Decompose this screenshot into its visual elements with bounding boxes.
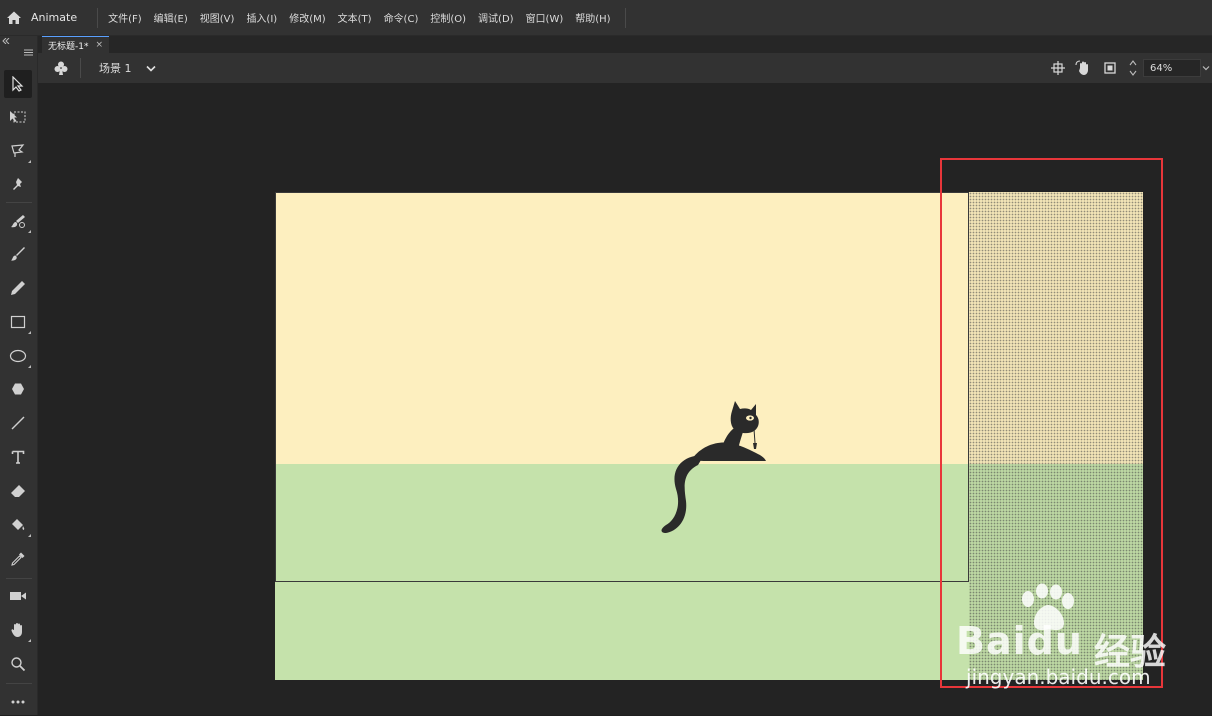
menu-commands[interactable]: 命令(C) bbox=[384, 10, 419, 25]
selection-tool[interactable] bbox=[4, 70, 32, 98]
tool-group-indicator bbox=[28, 331, 31, 334]
scene-dropdown-icon[interactable] bbox=[145, 62, 156, 75]
cat-illustration[interactable] bbox=[652, 399, 772, 539]
scene-bar: 场景 1 64% bbox=[38, 53, 1212, 83]
document-tab-bar: 无标题-1* × bbox=[38, 35, 1212, 54]
arrow-icon bbox=[12, 76, 24, 92]
camera-icon bbox=[10, 592, 26, 600]
baidu-watermark: Baidu 经验 jingyan.baidu.com bbox=[926, 583, 1212, 703]
menu-view[interactable]: 视图(V) bbox=[200, 10, 235, 25]
line-tool[interactable] bbox=[4, 409, 32, 437]
text-tool[interactable] bbox=[4, 443, 32, 471]
ellipsis-icon bbox=[11, 700, 25, 704]
watermark-brand-du: du bbox=[1026, 619, 1083, 663]
transform-icon bbox=[10, 111, 26, 123]
magnifier-icon bbox=[11, 657, 26, 672]
lasso-tool[interactable] bbox=[4, 137, 32, 165]
polystar-tool[interactable] bbox=[4, 375, 32, 403]
document-tab-title: 无标题-1* bbox=[48, 41, 89, 52]
toolbar-divider bbox=[6, 202, 32, 203]
menu-separator bbox=[97, 7, 99, 28]
tool-group-indicator bbox=[28, 534, 31, 537]
home-icon[interactable] bbox=[3, 7, 25, 29]
eraser-icon bbox=[11, 485, 25, 497]
pin-icon bbox=[13, 178, 22, 190]
menu-debug[interactable]: 调试(D) bbox=[478, 10, 514, 25]
zoom-tool[interactable] bbox=[4, 650, 32, 678]
paint-brush-tool[interactable] bbox=[4, 207, 32, 235]
asset-warp-tool[interactable] bbox=[4, 170, 32, 198]
center-stage-icon[interactable] bbox=[1049, 59, 1067, 77]
tools-panel bbox=[0, 36, 38, 715]
bucket-icon bbox=[12, 519, 25, 530]
edit-symbol-icon[interactable] bbox=[52, 59, 70, 77]
tools-panel-header bbox=[0, 36, 37, 66]
line-icon bbox=[11, 416, 25, 430]
pencil-tool[interactable] bbox=[4, 274, 32, 302]
collapse-icon[interactable] bbox=[2, 38, 10, 44]
oval-icon bbox=[9, 349, 27, 363]
scene-label[interactable]: 场景 1 bbox=[99, 60, 132, 76]
hand-tool[interactable] bbox=[4, 616, 32, 644]
watermark-brand-bai: Bai bbox=[956, 619, 1027, 663]
oval-tool[interactable] bbox=[4, 342, 32, 370]
hand-icon bbox=[11, 623, 22, 637]
tool-group-indicator bbox=[28, 160, 31, 163]
panel-menu-icon[interactable] bbox=[24, 49, 33, 56]
menu-edit[interactable]: 编辑(E) bbox=[154, 10, 188, 25]
stage-boundary bbox=[275, 192, 969, 582]
polygon-icon bbox=[12, 383, 24, 395]
menu-separator-end bbox=[624, 7, 626, 28]
menu-bar: Animate 文件(F) 编辑(E) 视图(V) 插入(I) 修改(M) 文本… bbox=[0, 0, 1212, 36]
menu-window[interactable]: 窗口(W) bbox=[526, 10, 564, 25]
pencil-icon bbox=[11, 281, 25, 295]
zoom-dropdown-icon[interactable] bbox=[1201, 59, 1211, 77]
menu-insert[interactable]: 插入(I) bbox=[246, 10, 277, 25]
eraser-tool[interactable] bbox=[4, 477, 32, 505]
eyedropper-tool[interactable] bbox=[4, 545, 32, 573]
tool-group-indicator bbox=[28, 365, 31, 368]
tool-group-indicator bbox=[28, 230, 31, 233]
more-tools[interactable] bbox=[4, 688, 32, 716]
tool-group-indicator bbox=[28, 639, 31, 642]
zoom-value: 64% bbox=[1150, 62, 1173, 74]
watermark-brand: Baidu bbox=[956, 619, 1083, 663]
lasso-icon bbox=[11, 144, 25, 157]
paint-bucket-tool[interactable] bbox=[4, 511, 32, 539]
brush-icon bbox=[11, 215, 25, 228]
close-tab-icon[interactable]: × bbox=[95, 40, 103, 50]
zoom-stepper-icon[interactable] bbox=[1127, 59, 1139, 77]
watermark-url: jingyan.baidu.com bbox=[966, 665, 1151, 689]
app-name: Animate bbox=[31, 11, 78, 24]
rectangle-icon bbox=[10, 315, 26, 329]
menu-modify[interactable]: 修改(M) bbox=[289, 10, 325, 25]
clip-stage-icon[interactable] bbox=[1101, 59, 1119, 77]
brush-fluid-icon bbox=[11, 247, 25, 261]
toolbar-divider bbox=[6, 683, 32, 684]
menu-help[interactable]: 帮助(H) bbox=[575, 10, 610, 25]
brush-tool[interactable] bbox=[4, 240, 32, 268]
eyedropper-icon bbox=[11, 552, 25, 566]
camera-tool[interactable] bbox=[4, 582, 32, 610]
canvas-area[interactable]: Baidu 经验 jingyan.baidu.com bbox=[38, 83, 1212, 715]
document-tab[interactable]: 无标题-1* × bbox=[42, 35, 110, 54]
menu-text[interactable]: 文本(T) bbox=[338, 10, 372, 25]
view-controls: 64% bbox=[1049, 53, 1212, 83]
text-icon bbox=[11, 450, 25, 464]
scene-separator bbox=[80, 58, 81, 78]
free-transform-tool[interactable] bbox=[4, 103, 32, 131]
zoom-input[interactable]: 64% bbox=[1143, 59, 1201, 77]
menu-control[interactable]: 控制(O) bbox=[430, 10, 466, 25]
menu-file[interactable]: 文件(F) bbox=[108, 10, 142, 25]
rotate-stage-icon[interactable] bbox=[1075, 59, 1093, 77]
toolbar-divider bbox=[6, 578, 32, 579]
rectangle-tool[interactable] bbox=[4, 308, 32, 336]
